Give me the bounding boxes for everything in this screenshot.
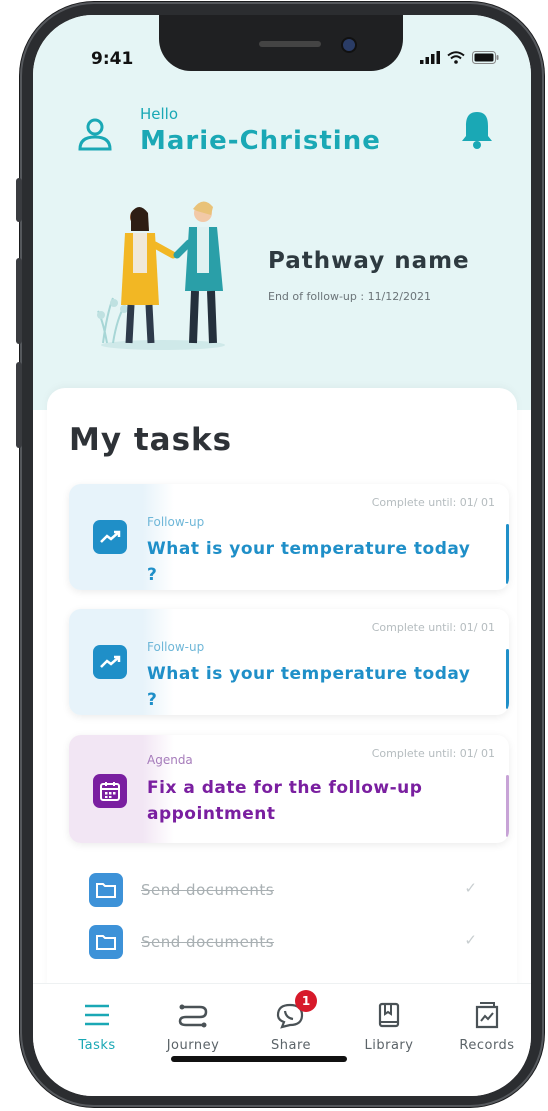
book-icon	[349, 998, 429, 1032]
task-title: Fix a date for the follow-up appointment	[147, 778, 423, 824]
chart-up-icon	[93, 520, 127, 554]
my-tasks-heading: My tasks	[69, 422, 233, 458]
task-accent-edge	[506, 524, 509, 584]
user-icon[interactable]	[77, 117, 113, 155]
pathway-name: Pathway name	[268, 248, 470, 274]
completed-task-row[interactable]: Send documents ✓	[89, 873, 509, 909]
task-due: Complete until: 01/ 01	[371, 621, 495, 634]
speaker	[259, 41, 321, 47]
tab-library[interactable]: Library	[349, 998, 429, 1053]
task-accent-edge	[506, 649, 509, 709]
tab-share[interactable]: 1 Share	[251, 990, 331, 1053]
task-card[interactable]: Complete until: 01/ 01 Agenda Fix a date…	[69, 735, 509, 843]
status-time: 9:41	[91, 49, 134, 69]
tab-label: Library	[364, 1038, 414, 1053]
completed-task-row[interactable]: Send documents ✓	[89, 925, 509, 961]
task-accent-edge	[506, 775, 509, 837]
tab-journey[interactable]: Journey	[153, 998, 233, 1053]
signal-icon	[420, 51, 440, 64]
wifi-icon	[447, 51, 465, 64]
front-camera	[341, 37, 357, 53]
task-card[interactable]: Complete until: 01/ 01 Follow-up What is…	[69, 484, 509, 590]
task-card[interactable]: Complete until: 01/ 01 Follow-up What is…	[69, 609, 509, 715]
task-title: What is your temperature today ?	[147, 664, 471, 710]
folder-icon	[89, 925, 123, 959]
tab-label: Records	[459, 1038, 515, 1053]
task-title: What is your temperature today ?	[147, 539, 471, 585]
battery-icon	[472, 51, 499, 64]
notch	[159, 15, 403, 71]
tab-label: Journey	[166, 1038, 220, 1053]
chart-up-icon	[93, 645, 127, 679]
completed-task-label: Send documents	[141, 881, 275, 899]
completed-task-label: Send documents	[141, 933, 275, 951]
home-indicator[interactable]	[171, 1056, 347, 1062]
route-icon	[153, 998, 233, 1032]
task-due: Complete until: 01/ 01	[371, 747, 495, 760]
doctor-patient-illustration	[93, 193, 243, 357]
end-of-followup: End of follow-up : 11/12/2021	[268, 290, 431, 303]
mute-switch	[16, 178, 22, 222]
tab-records[interactable]: Records	[447, 998, 527, 1053]
task-category: Follow-up	[147, 640, 205, 654]
chat-phone-icon	[251, 998, 331, 1032]
status-icons	[420, 51, 499, 64]
check-icon: ✓	[464, 879, 477, 897]
greeting: Hello	[140, 105, 179, 123]
check-icon: ✓	[464, 931, 477, 949]
folder-icon	[89, 873, 123, 907]
calendar-icon	[93, 774, 127, 808]
task-due: Complete until: 01/ 01	[371, 496, 495, 509]
tab-bar: Tasks Journey 1 Share Library Records	[33, 983, 531, 1096]
list-icon	[57, 998, 137, 1032]
tab-tasks[interactable]: Tasks	[57, 998, 137, 1053]
volume-down-button	[16, 362, 22, 448]
bell-icon[interactable]	[459, 109, 495, 155]
tab-label: Tasks	[78, 1038, 116, 1053]
records-icon	[447, 998, 527, 1032]
task-category: Follow-up	[147, 515, 205, 529]
user-name: Marie-Christine	[140, 126, 381, 156]
app-screen: 9:41 Hello Marie-Christine Pathway name …	[33, 15, 531, 1096]
tab-label: Share	[270, 1038, 311, 1053]
notification-badge: 1	[295, 990, 317, 1012]
volume-up-button	[16, 258, 22, 344]
task-category: Agenda	[147, 753, 193, 767]
